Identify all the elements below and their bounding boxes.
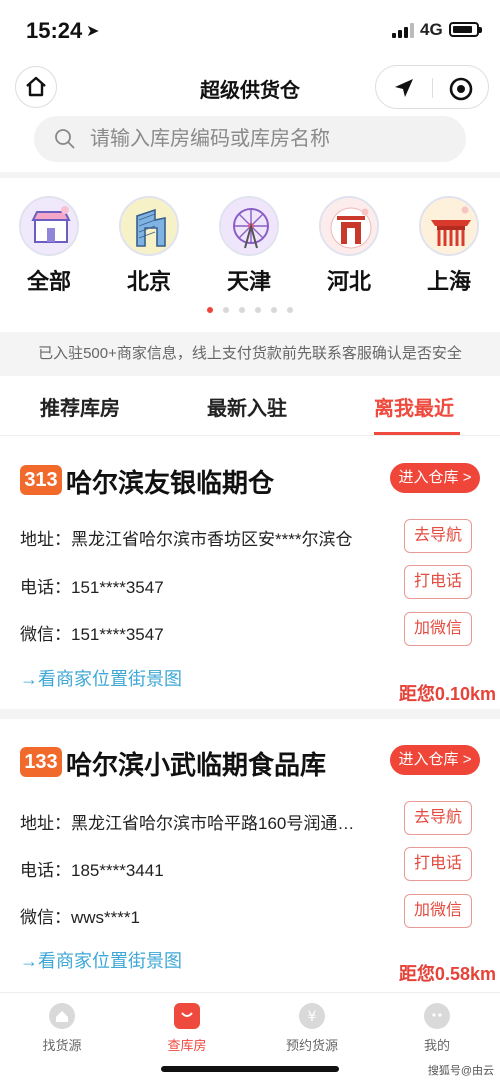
warehouse-address: 地址：黑龙江省哈尔滨市香坊区安****尔滨仓 xyxy=(20,530,353,549)
streetview-link[interactable]: →看商家位置街景图 xyxy=(20,665,182,691)
shanghai-pavilion-icon xyxy=(419,196,479,256)
tabbar-mine[interactable]: 我的 xyxy=(387,1003,487,1054)
carousel-dot[interactable] xyxy=(239,307,245,313)
category-label: 天津 xyxy=(226,269,271,294)
warehouse-phone: 电话：185****3441 xyxy=(20,861,164,880)
warehouse-phone: 电话：151****3547 xyxy=(20,578,164,597)
tianjin-ferris-wheel-icon xyxy=(219,196,279,256)
signal-icon xyxy=(392,22,414,38)
warehouse-wechat: 微信：151****3547 xyxy=(20,625,164,644)
sort-tabs: 推荐库房 最新入驻 离我最近 xyxy=(0,378,500,436)
carousel-dot[interactable] xyxy=(271,307,277,313)
warehouse-name[interactable]: 哈尔滨小武临期食品库 xyxy=(66,745,326,782)
carousel-dots xyxy=(0,300,500,318)
distance-label: 距您0.58km xyxy=(398,964,496,984)
call-button[interactable]: 打电话 xyxy=(404,565,472,599)
enter-warehouse-button[interactable]: 进入仓库 > xyxy=(390,745,480,775)
category-tianjin[interactable]: 天津 xyxy=(209,196,289,296)
divider xyxy=(0,172,500,178)
active-tab-underline xyxy=(374,432,460,435)
shopping-bag-icon xyxy=(174,1003,200,1029)
category-label: 河北 xyxy=(326,269,371,294)
battery-icon xyxy=(449,22,482,37)
category-label: 北京 xyxy=(126,269,171,294)
enter-warehouse-button[interactable]: 进入仓库 > xyxy=(390,463,480,493)
carousel-dot[interactable] xyxy=(207,307,213,313)
hebei-landmark-icon xyxy=(319,196,379,256)
warehouse-wechat: 微信：wws****1 xyxy=(20,908,140,927)
carousel-dot[interactable] xyxy=(287,307,293,313)
warehouse-code-badge: 133 xyxy=(20,747,62,777)
search-icon xyxy=(55,129,75,149)
divider xyxy=(0,709,500,719)
store-icon xyxy=(19,196,79,256)
distance-label: 距您0.10km xyxy=(398,684,496,704)
warehouse-name[interactable]: 哈尔滨友银临期仓 xyxy=(66,463,274,500)
navigate-button[interactable]: 去导航 xyxy=(404,519,472,553)
category-shanghai[interactable]: 上海 xyxy=(409,196,489,296)
tabbar-find-goods[interactable]: 找货源 xyxy=(12,1003,112,1054)
tab-newest[interactable]: 最新入驻 xyxy=(207,392,287,421)
category-label: 全部 xyxy=(26,269,71,294)
watermark: 搜狐号@由云 xyxy=(427,1065,494,1077)
tabbar-label: 找货源 xyxy=(42,1038,82,1053)
category-carousel: 全部 北京 天津 河北 上海 xyxy=(0,196,500,326)
home-indicator[interactable] xyxy=(161,1066,339,1072)
network-type: 4G xyxy=(420,20,443,39)
add-wechat-button[interactable]: 加微信 xyxy=(404,612,472,646)
tabbar-label: 预约货源 xyxy=(285,1038,338,1053)
location-icon[interactable] xyxy=(392,76,416,100)
tabbar-label: 查库房 xyxy=(167,1038,207,1053)
navigate-button[interactable]: 去导航 xyxy=(404,801,472,835)
tabbar-warehouses[interactable]: 查库房 xyxy=(137,1003,237,1054)
call-button[interactable]: 打电话 xyxy=(404,847,472,881)
search-bar xyxy=(34,116,466,162)
tabbar-label: 我的 xyxy=(423,1038,450,1053)
status-time: 15:24 xyxy=(26,18,83,43)
category-hebei[interactable]: 河北 xyxy=(309,196,389,296)
nav-bar: 超级供货仓 xyxy=(0,58,500,114)
warehouse-code-badge: 313 xyxy=(20,465,62,495)
mini-program-capsule xyxy=(375,65,489,109)
yen-icon: ¥ xyxy=(299,1003,325,1029)
search-input[interactable] xyxy=(90,124,450,154)
category-beijing[interactable]: 北京 xyxy=(109,196,189,296)
carousel-dot[interactable] xyxy=(223,307,229,313)
carousel-dot[interactable] xyxy=(255,307,261,313)
tab-nearest[interactable]: 离我最近 xyxy=(374,392,454,421)
warehouse-card: 133 哈尔滨小武临期食品库 进入仓库 > 地址：黑龙江省哈尔滨市哈平路160号… xyxy=(0,719,500,991)
notice-banner: 已入驻500+商家信息，线上支付货款前先联系客服确认是否安全 xyxy=(0,332,500,376)
warehouse-address: 地址：黑龙江省哈尔滨市哈平路160号润通… xyxy=(20,814,355,833)
beijing-landmark-icon xyxy=(119,196,179,256)
streetview-link[interactable]: →看商家位置街景图 xyxy=(20,947,182,973)
capsule-divider xyxy=(432,78,433,98)
status-bar: 15:24 ➤ 4G xyxy=(0,0,500,58)
tabbar-reserve[interactable]: ¥ 预约货源 xyxy=(262,1003,362,1054)
svg-text:¥: ¥ xyxy=(308,1009,317,1025)
profile-icon xyxy=(424,1003,450,1029)
location-arrow-icon: ➤ xyxy=(86,23,100,40)
home-icon xyxy=(49,1003,75,1029)
warehouse-card: 313 哈尔滨友银临期仓 进入仓库 > 地址：黑龙江省哈尔滨市香坊区安****尔… xyxy=(0,437,500,709)
tab-recommended[interactable]: 推荐库房 xyxy=(40,392,120,421)
category-all[interactable]: 全部 xyxy=(9,196,89,296)
category-label: 上海 xyxy=(426,269,471,294)
close-target-icon[interactable] xyxy=(448,76,474,102)
add-wechat-button[interactable]: 加微信 xyxy=(404,894,472,928)
